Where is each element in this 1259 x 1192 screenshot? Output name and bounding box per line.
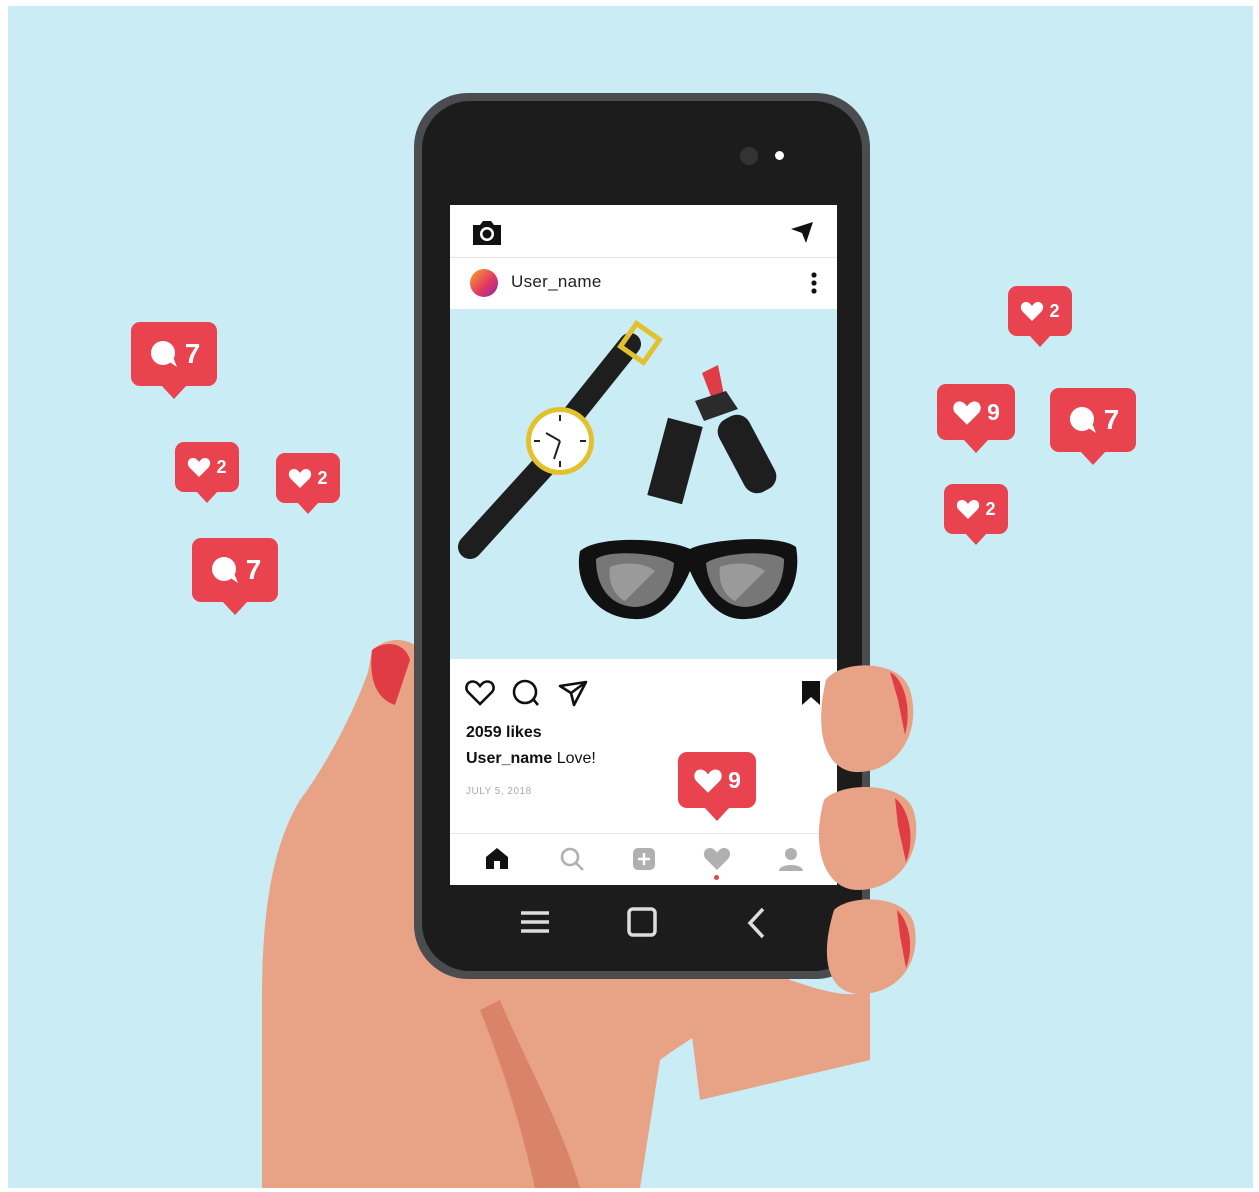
fingers-illustration <box>690 665 917 1100</box>
